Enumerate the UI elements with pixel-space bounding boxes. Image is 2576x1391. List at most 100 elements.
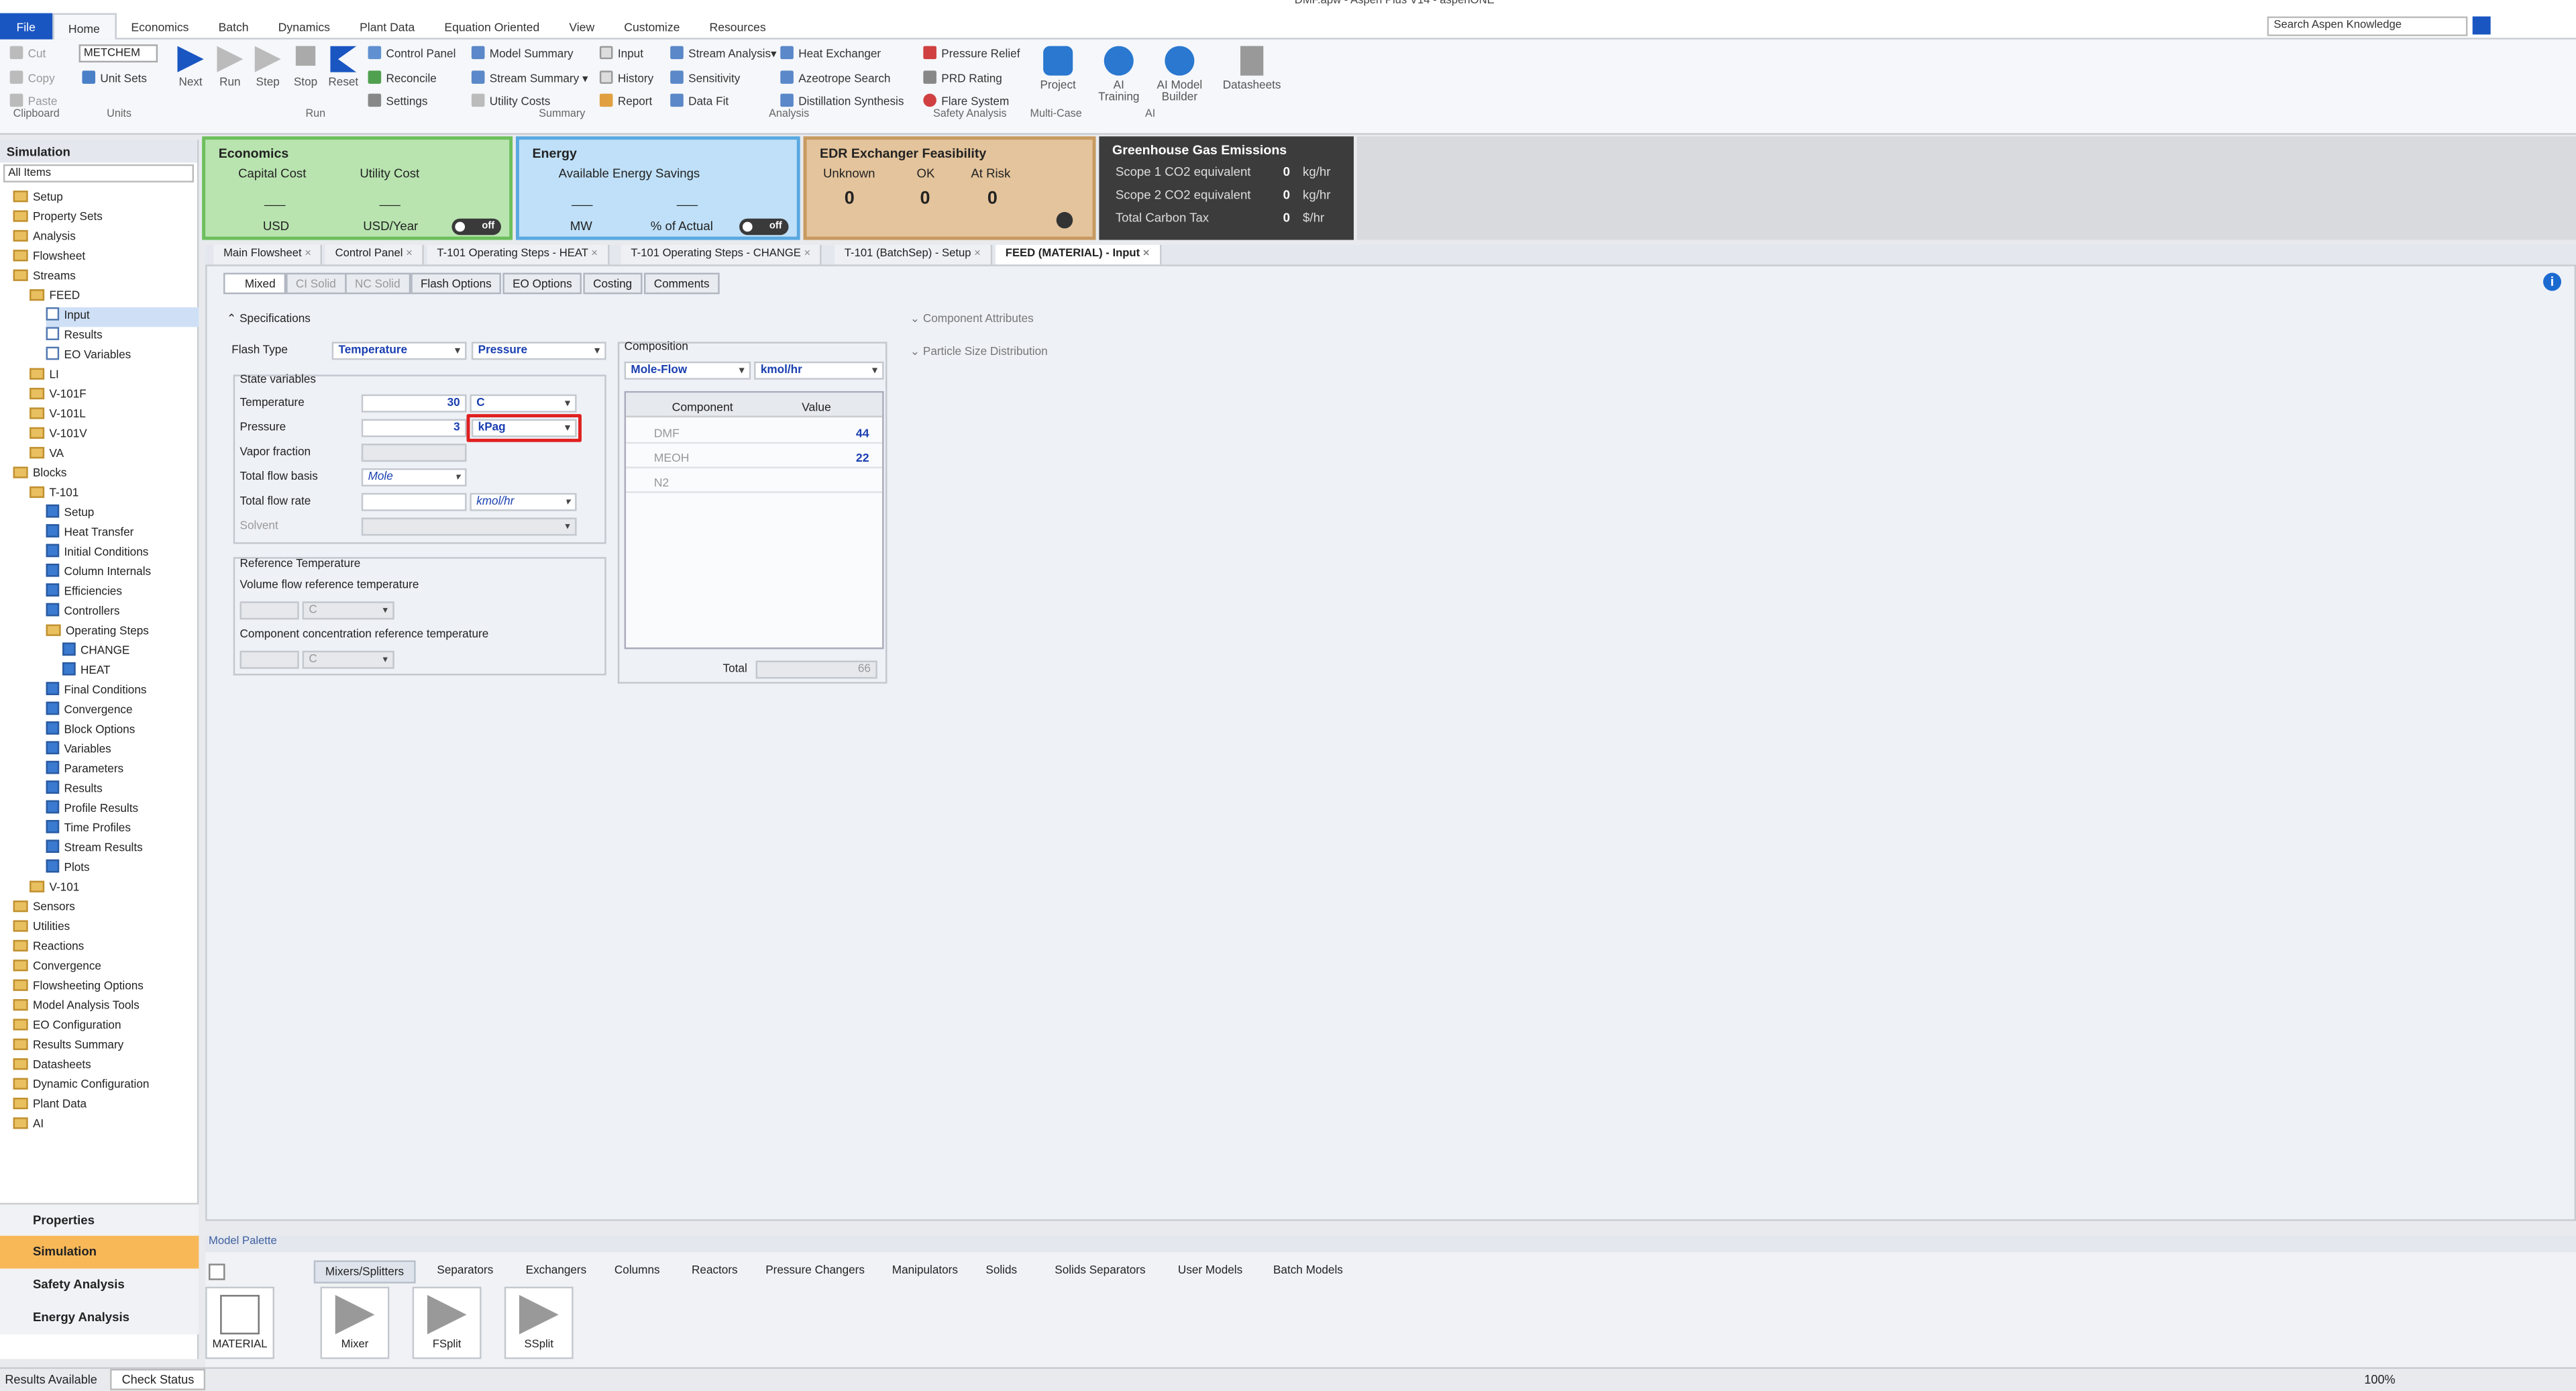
nav-item-heat-transfer[interactable]: Heat Transfer [46, 524, 134, 544]
component-ref-input[interactable] [239, 650, 299, 669]
heat-exchanger-button[interactable]: Heat Exchanger [780, 46, 881, 61]
reconcile-button[interactable]: Reconcile [368, 70, 437, 85]
pressure-relief-button[interactable]: Pressure Relief [923, 46, 1020, 61]
sensitivity-button[interactable]: Sensitivity [670, 70, 740, 85]
nav-safety-analysis[interactable]: Safety Analysis [0, 1268, 199, 1302]
nav-item-property-sets[interactable]: Property Sets [13, 209, 103, 228]
report-button[interactable]: Report [599, 93, 652, 109]
psd-header[interactable]: ⌄ Particle Size Distribution [910, 345, 1048, 358]
close-icon[interactable]: × [402, 248, 413, 260]
nav-item-convergence[interactable]: Convergence [13, 958, 101, 978]
ribbon-tab-file[interactable]: File [0, 12, 52, 39]
stop-button[interactable]: Stop [289, 46, 322, 89]
component-ref-unit-select[interactable]: C [302, 650, 394, 669]
ribbon-tab-dynamics[interactable]: Dynamics [264, 12, 345, 38]
palette-tab-8[interactable]: Solids Separators [1045, 1260, 1156, 1283]
nav-item-heat[interactable]: HEAT [62, 662, 110, 682]
subtab-ci-solid[interactable]: CI Solid [286, 272, 346, 295]
nav-item-results[interactable]: Results [46, 327, 103, 346]
nav-filter-select[interactable]: All Items [3, 164, 194, 183]
nav-item-eo-variables[interactable]: EO Variables [46, 346, 131, 366]
search-icon[interactable] [2472, 16, 2491, 35]
subtab-costing[interactable]: Costing [583, 272, 642, 295]
nav-item-li[interactable]: LI [30, 366, 59, 386]
palette-tab-0[interactable]: Mixers/Splitters [313, 1260, 416, 1284]
close-icon[interactable]: × [302, 248, 311, 260]
pointer-icon[interactable] [209, 1264, 225, 1280]
cut-button[interactable]: Cut [9, 46, 46, 61]
ribbon-tab-view[interactable]: View [554, 12, 609, 38]
control-panel-button[interactable]: Control Panel [368, 46, 455, 61]
subtab-comments[interactable]: Comments [644, 272, 720, 295]
subtab-mixed[interactable]: Mixed [223, 272, 286, 295]
nav-item-setup[interactable]: Setup [13, 189, 63, 209]
palette-item-fsplit[interactable]: FSplit [412, 1286, 482, 1359]
palette-item-ssplit[interactable]: SSplit [504, 1286, 574, 1359]
total-flow-basis-select[interactable]: Mole [361, 468, 467, 486]
nav-item-v-101[interactable]: V-101 [30, 879, 79, 898]
copy-button[interactable]: Copy [9, 70, 55, 85]
doc-tab-4[interactable]: T-101 (BatchSep) - Setup × [835, 244, 993, 265]
ribbon-tab-resources[interactable]: Resources [694, 12, 780, 38]
nav-item-eo-configuration[interactable]: EO Configuration [13, 1017, 121, 1037]
nav-item-dynamic-configuration[interactable]: Dynamic Configuration [13, 1076, 150, 1096]
paste-button[interactable]: Paste [9, 93, 57, 109]
distillation-synthesis-button[interactable]: Distillation Synthesis [780, 93, 904, 109]
composition-basis-select[interactable]: Mole-Flow [624, 361, 751, 380]
datasheets-button[interactable]: Datasheets [1221, 46, 1283, 92]
nav-item-v-101f[interactable]: V-101F [30, 387, 87, 406]
search-input[interactable]: Search Aspen Knowledge [2267, 16, 2468, 36]
nav-item-plant-data[interactable]: Plant Data [13, 1096, 87, 1115]
nav-item-time-profiles[interactable]: Time Profiles [46, 820, 131, 839]
flash-type-select-2[interactable]: Pressure [471, 342, 606, 360]
vapor-fraction-input[interactable] [361, 444, 467, 462]
value-cell[interactable]: 44 [856, 425, 869, 440]
pressure-unit-select[interactable]: kPag [471, 419, 577, 437]
nav-item-plots[interactable]: Plots [46, 859, 90, 879]
nav-item-initial-conditions[interactable]: Initial Conditions [46, 544, 149, 564]
close-icon[interactable]: × [801, 248, 811, 260]
nav-item-model-analysis-tools[interactable]: Model Analysis Tools [13, 998, 140, 1017]
ribbon-tab-customize[interactable]: Customize [609, 12, 694, 38]
subtab-eo-options[interactable]: EO Options [502, 272, 582, 295]
nav-item-parameters[interactable]: Parameters [46, 760, 123, 780]
nav-item-blocks[interactable]: Blocks [13, 465, 66, 484]
volume-ref-unit-select[interactable]: C [302, 601, 394, 620]
economics-panel[interactable]: Economics Capital Cost Utility Cost ___ … [202, 136, 513, 240]
doc-tab-1[interactable]: Control Panel × [325, 244, 424, 265]
project-button[interactable]: Project [1035, 46, 1081, 92]
value-cell[interactable]: 22 [856, 450, 869, 465]
palette-tab-5[interactable]: Pressure Changers [756, 1260, 875, 1283]
ai-training-button[interactable]: AI Training [1094, 46, 1143, 103]
nav-item-column-internals[interactable]: Column Internals [46, 564, 151, 583]
nav-item-va[interactable]: VA [30, 446, 64, 465]
step-button[interactable]: Step [252, 46, 284, 89]
reset-button[interactable]: Reset [327, 46, 360, 89]
nav-item-final-conditions[interactable]: Final Conditions [46, 682, 147, 701]
doc-tab-3[interactable]: T-101 Operating Steps - CHANGE × [621, 244, 822, 265]
nav-item-analysis[interactable]: Analysis [13, 228, 76, 248]
check-status-button[interactable]: Check Status [110, 1369, 206, 1390]
history-button[interactable]: History [599, 70, 653, 85]
palette-tab-9[interactable]: User Models [1168, 1260, 1252, 1283]
nav-item-v-101v[interactable]: V-101V [30, 425, 87, 445]
nav-item-change[interactable]: CHANGE [62, 642, 129, 662]
energy-toggle[interactable]: off [739, 218, 789, 236]
energy-panel[interactable]: Energy Available Energy Savings ___ ___ … [515, 136, 800, 240]
nav-item-flowsheet[interactable]: Flowsheet [13, 248, 85, 268]
nav-properties[interactable]: Properties [0, 1202, 199, 1236]
ribbon-tab-plant-data[interactable]: Plant Data [345, 12, 429, 38]
flash-type-select-1[interactable]: Temperature [331, 342, 467, 360]
run-button[interactable]: Run [213, 46, 246, 89]
close-icon[interactable]: × [1140, 248, 1150, 260]
data-fit-button[interactable]: Data Fit [670, 93, 729, 109]
utility-costs-button[interactable]: Utility Costs [471, 93, 550, 109]
nav-item-controllers[interactable]: Controllers [46, 603, 119, 623]
palette-tab-10[interactable]: Batch Models [1263, 1260, 1352, 1283]
specifications-header[interactable]: ⌃ Specifications [227, 312, 311, 325]
ribbon-tab-economics[interactable]: Economics [116, 12, 203, 38]
nav-item-block-options[interactable]: Block Options [46, 721, 135, 741]
ribbon-tab-equation-oriented[interactable]: Equation Oriented [429, 12, 554, 38]
ghg-panel[interactable]: Greenhouse Gas Emissions Scope 1 CO2 equ… [1099, 136, 1354, 240]
nav-item-stream-results[interactable]: Stream Results [46, 839, 143, 859]
